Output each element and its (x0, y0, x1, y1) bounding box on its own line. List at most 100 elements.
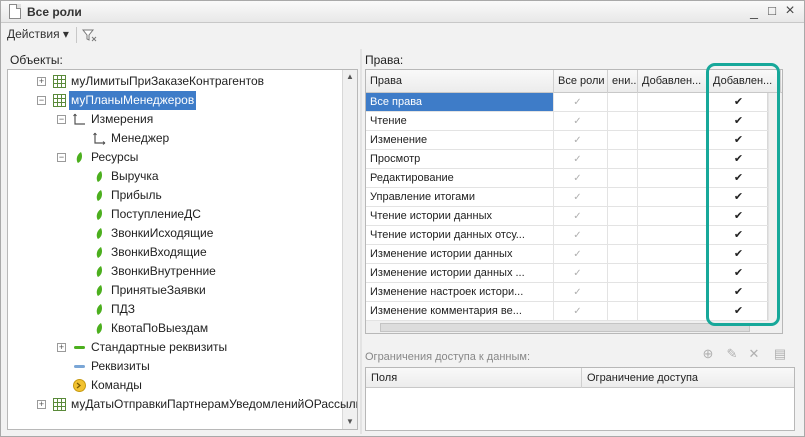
role-cell[interactable] (608, 169, 638, 188)
role-cell[interactable] (638, 169, 709, 188)
checkmark-icon[interactable]: ✔ (709, 207, 768, 225)
role-cell[interactable] (608, 264, 638, 283)
tree-item[interactable]: ЗвонкиВходящие (8, 243, 342, 262)
rights-row[interactable]: Редактирование ✓ ✔ (366, 169, 782, 188)
all-roles-cell[interactable]: ✓ (554, 226, 608, 245)
role-cell[interactable] (638, 112, 709, 131)
maximize-button[interactable]: □ (765, 4, 779, 18)
role-cell[interactable] (638, 207, 709, 226)
minimize-button[interactable]: _ (747, 4, 761, 18)
role-checkbox-cell[interactable]: ✔ (709, 150, 769, 169)
rights-table[interactable]: Права Все роли ени... Добавлен... Добавл… (365, 69, 783, 334)
tree-item[interactable]: ПринятыеЗаявки (8, 281, 342, 300)
rights-row[interactable]: Изменение истории данных ✓ ✔ (366, 245, 782, 264)
role-cell[interactable] (638, 226, 709, 245)
all-roles-cell[interactable]: ✓ (554, 302, 608, 321)
rights-horizontal-scrollbar[interactable] (366, 320, 769, 333)
role-checkbox-cell[interactable]: ✔ (709, 226, 769, 245)
tree-item[interactable]: ПоступлениеДС (8, 205, 342, 224)
role-checkbox-cell[interactable]: ✔ (709, 245, 769, 264)
column-header-role-2[interactable]: Добавлен... (638, 70, 709, 93)
tree-vertical-scrollbar[interactable]: ▲ ▼ (342, 70, 357, 429)
column-header-all-roles[interactable]: Все роли (554, 70, 608, 93)
rights-row[interactable]: Просмотр ✓ ✔ (366, 150, 782, 169)
tree-item[interactable]: + муЛимитыПриЗаказеКонтрагентов (8, 72, 342, 91)
all-roles-cell[interactable]: ✓ (554, 150, 608, 169)
role-checkbox-cell[interactable]: ✔ (709, 188, 769, 207)
rights-row[interactable]: Изменение ✓ ✔ (366, 131, 782, 150)
checkmark-icon[interactable]: ✔ (709, 283, 768, 301)
role-checkbox-cell[interactable]: ✔ (709, 283, 769, 302)
delete-icon[interactable]: ✕ (747, 347, 761, 361)
checkmark-icon[interactable]: ✔ (709, 93, 768, 111)
role-cell[interactable] (638, 264, 709, 283)
role-checkbox-cell[interactable]: ✔ (709, 131, 769, 150)
panel-splitter[interactable] (360, 49, 362, 434)
role-cell[interactable] (608, 188, 638, 207)
tree-item[interactable]: ПДЗ (8, 300, 342, 319)
column-header-role-1[interactable]: ени... (608, 70, 638, 93)
tree-item[interactable]: ЗвонкиИсходящие (8, 224, 342, 243)
templates-icon[interactable]: ▤ (773, 347, 787, 361)
collapse-icon[interactable]: − (37, 96, 46, 105)
role-checkbox-cell[interactable]: ✔ (709, 169, 769, 188)
tree-item[interactable]: − Измерения (8, 110, 342, 129)
column-header-rights[interactable]: Права (366, 70, 554, 93)
role-cell[interactable] (608, 302, 638, 321)
tree-item[interactable]: Выручка (8, 167, 342, 186)
column-header-role-3[interactable]: Добавлен... (709, 70, 781, 93)
objects-tree[interactable]: ▲ ▼ + муЛимитыПриЗаказеКонтрагентов − муПла… (7, 69, 358, 430)
role-cell[interactable] (638, 150, 709, 169)
collapse-icon[interactable]: − (57, 153, 66, 162)
scroll-up-icon[interactable]: ▲ (343, 70, 357, 84)
column-header-access-restriction[interactable]: Ограничение доступа (582, 368, 794, 388)
role-checkbox-cell[interactable]: ✔ (709, 207, 769, 226)
checkmark-icon[interactable]: ✔ (709, 188, 768, 206)
role-cell[interactable] (608, 131, 638, 150)
all-roles-cell[interactable]: ✓ (554, 131, 608, 150)
role-cell[interactable] (608, 226, 638, 245)
scroll-down-icon[interactable]: ▼ (343, 415, 357, 429)
tree-item[interactable]: + муДатыОтправкиПартнерамУведомленийОРасс… (8, 395, 357, 414)
all-roles-cell[interactable]: ✓ (554, 93, 608, 112)
all-roles-cell[interactable]: ✓ (554, 245, 608, 264)
collapse-icon[interactable]: − (57, 115, 66, 124)
scroll-thumb[interactable] (380, 323, 750, 332)
tree-item[interactable]: Команды (8, 376, 342, 395)
tree-item[interactable]: Менеджер (8, 129, 342, 148)
checkmark-icon[interactable]: ✔ (709, 226, 768, 244)
all-roles-cell[interactable]: ✓ (554, 112, 608, 131)
checkmark-icon[interactable]: ✔ (709, 131, 768, 149)
all-roles-cell[interactable]: ✓ (554, 188, 608, 207)
role-cell[interactable] (638, 245, 709, 264)
column-header-fields[interactable]: Поля (366, 368, 582, 388)
checkmark-icon[interactable]: ✔ (709, 264, 768, 282)
role-checkbox-cell[interactable]: ✔ (709, 264, 769, 283)
rights-row[interactable]: Изменение истории данных ... ✓ ✔ (366, 264, 782, 283)
checkmark-icon[interactable]: ✔ (709, 169, 768, 187)
all-roles-cell[interactable]: ✓ (554, 283, 608, 302)
rights-row[interactable]: Чтение истории данных ✓ ✔ (366, 207, 782, 226)
all-roles-cell[interactable]: ✓ (554, 207, 608, 226)
restrictions-table[interactable]: Поля Ограничение доступа (365, 367, 795, 431)
rights-row[interactable]: Чтение ✓ ✔ (366, 112, 782, 131)
role-checkbox-cell[interactable]: ✔ (709, 93, 769, 112)
checkmark-icon[interactable]: ✔ (709, 150, 768, 168)
rights-row[interactable]: Все права ✓ ✔ (366, 93, 782, 112)
tree-item[interactable]: Прибыль (8, 186, 342, 205)
role-cell[interactable] (608, 93, 638, 112)
role-cell[interactable] (638, 302, 709, 321)
close-button[interactable]: × (783, 3, 797, 19)
role-cell[interactable] (638, 93, 709, 112)
rights-row[interactable]: Изменение настроек истори... ✓ ✔ (366, 283, 782, 302)
checkmark-icon[interactable]: ✔ (709, 245, 768, 263)
role-cell[interactable] (638, 188, 709, 207)
filter-icon[interactable] (81, 27, 97, 43)
checkmark-icon[interactable]: ✔ (709, 112, 768, 130)
expand-icon[interactable]: + (57, 343, 66, 352)
tree-item[interactable]: ЗвонкиВнутренние (8, 262, 342, 281)
role-cell[interactable] (638, 283, 709, 302)
role-cell[interactable] (608, 245, 638, 264)
rights-row[interactable]: Чтение истории данных отсу... ✓ ✔ (366, 226, 782, 245)
all-roles-cell[interactable]: ✓ (554, 169, 608, 188)
